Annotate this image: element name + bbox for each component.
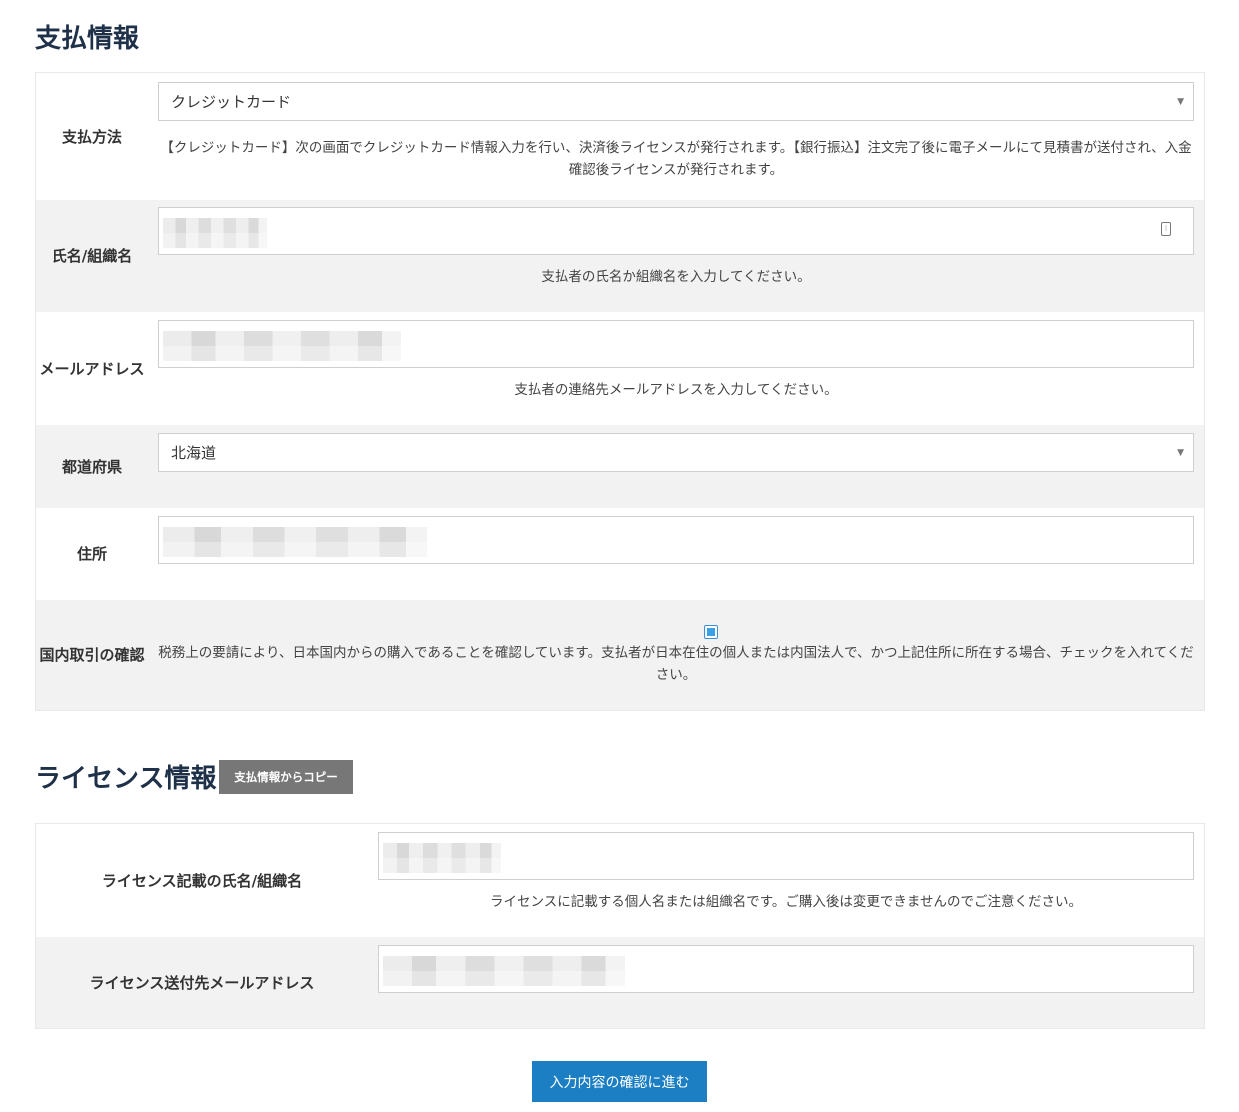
payer-email-label: メールアドレス bbox=[39, 359, 145, 378]
license-email-input[interactable] bbox=[378, 945, 1194, 993]
license-section-title: ライセンス情報 bbox=[35, 764, 217, 794]
copy-from-payment-button[interactable]: 支払情報からコピー bbox=[219, 760, 353, 794]
payment-method-label: 支払方法 bbox=[61, 127, 122, 146]
redacted-value bbox=[163, 527, 427, 557]
prefecture-row: 都道府県 北海道 ▼ bbox=[36, 425, 1204, 508]
prefecture-select[interactable]: 北海道 ▼ bbox=[158, 433, 1194, 472]
prefecture-value: 北海道 bbox=[171, 444, 217, 462]
address-label: 住所 bbox=[76, 545, 107, 563]
payment-method-select[interactable]: クレジットカード ▼ bbox=[158, 82, 1194, 121]
address-input[interactable] bbox=[158, 516, 1194, 564]
payer-name-input[interactable]: ⁝ bbox=[158, 207, 1194, 255]
license-email-label: ライセンス送付先メールアドレス bbox=[89, 973, 315, 992]
redacted-value bbox=[163, 331, 401, 361]
contact-card-icon[interactable]: ⁝ bbox=[1161, 222, 1171, 236]
license-name-input[interactable] bbox=[378, 832, 1194, 880]
payer-name-label: 氏名/組織名 bbox=[51, 247, 133, 265]
address-row: 住所 bbox=[36, 508, 1204, 600]
payer-email-help: 支払者の連絡先メールアドレスを入力してください。 bbox=[514, 382, 838, 398]
redacted-value bbox=[383, 956, 625, 986]
payment-method-row: 支払方法 クレジットカード ▼ 【クレジットカード】次の画面でクレジットカード情… bbox=[36, 73, 1204, 200]
domestic-confirm-checkbox[interactable] bbox=[704, 625, 718, 639]
chevron-down-icon: ▼ bbox=[1177, 448, 1184, 458]
domestic-confirm-help: 税務上の要請により、日本国内からの購入であることを確認しています。支払者が日本在… bbox=[158, 645, 1194, 683]
domestic-confirm-label: 国内取引の確認 bbox=[39, 646, 145, 664]
redacted-value bbox=[163, 218, 267, 248]
proceed-to-confirm-button[interactable]: 入力内容の確認に進む bbox=[532, 1061, 707, 1102]
license-email-row: ライセンス送付先メールアドレス bbox=[36, 937, 1204, 1028]
prefecture-label: 都道府県 bbox=[61, 457, 122, 476]
payment-method-value: クレジットカード bbox=[171, 93, 292, 111]
license-name-help: ライセンスに記載する個人名または組織名です。ご購入後は変更できませんのでご注意く… bbox=[490, 894, 1082, 910]
payer-email-row: メールアドレス 支払者の連絡先メールアドレスを入力してください。 bbox=[36, 312, 1204, 425]
license-name-row: ライセンス記載の氏名/組織名 ライセンスに記載する個人名または組織名です。ご購入… bbox=[36, 824, 1204, 937]
payment-method-help: 【クレジットカード】次の画面でクレジットカード情報入力を行い、決済後ライセンスが… bbox=[160, 140, 1192, 178]
payer-name-help: 支払者の氏名か組織名を入力してください。 bbox=[541, 269, 811, 285]
license-form: ライセンス記載の氏名/組織名 ライセンスに記載する個人名または組織名です。ご購入… bbox=[35, 823, 1205, 1029]
payer-name-row: 氏名/組織名 ⁝ 支払者の氏名か組織名を入力してください。 bbox=[36, 200, 1204, 312]
chevron-down-icon: ▼ bbox=[1177, 97, 1184, 107]
payment-section-title: 支払情報 bbox=[35, 24, 140, 54]
license-name-label: ライセンス記載の氏名/組織名 bbox=[101, 871, 303, 890]
payment-form: 支払方法 クレジットカード ▼ 【クレジットカード】次の画面でクレジットカード情… bbox=[35, 72, 1205, 711]
payer-email-input[interactable] bbox=[158, 320, 1194, 368]
redacted-value bbox=[383, 843, 501, 873]
domestic-confirm-row: 国内取引の確認 税務上の要請により、日本国内からの購入であることを確認しています… bbox=[36, 600, 1204, 710]
